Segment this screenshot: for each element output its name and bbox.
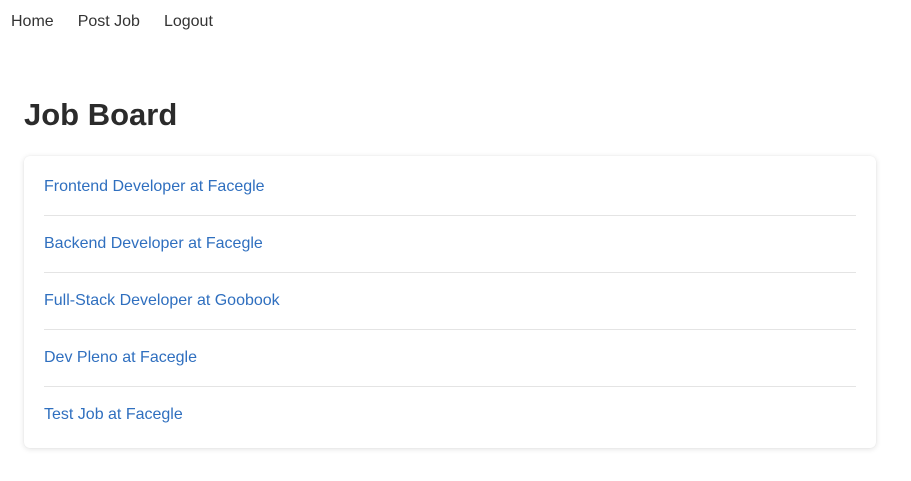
job-list-item: Full-Stack Developer at Goobook: [44, 273, 856, 330]
page-title: Job Board: [24, 97, 178, 132]
job-link[interactable]: Frontend Developer at Facegle: [44, 178, 265, 196]
job-link[interactable]: Backend Developer at Facegle: [44, 235, 263, 253]
nav-home-link[interactable]: Home: [11, 0, 54, 44]
job-link[interactable]: Dev Pleno at Facegle: [44, 349, 197, 367]
job-list-item: Backend Developer at Facegle: [44, 216, 856, 273]
top-nav: Home Post Job Logout: [0, 0, 237, 44]
nav-logout-link[interactable]: Logout: [164, 0, 213, 44]
job-list-item: Frontend Developer at Facegle: [44, 159, 856, 216]
job-list-item: Dev Pleno at Facegle: [44, 330, 856, 387]
job-link[interactable]: Full-Stack Developer at Goobook: [44, 292, 280, 310]
job-list-card: Frontend Developer at Facegle Backend De…: [24, 156, 876, 448]
nav-post-job-link[interactable]: Post Job: [78, 0, 140, 44]
job-list: Frontend Developer at Facegle Backend De…: [44, 159, 856, 443]
job-list-item: Test Job at Facegle: [44, 387, 856, 443]
job-link[interactable]: Test Job at Facegle: [44, 406, 183, 424]
